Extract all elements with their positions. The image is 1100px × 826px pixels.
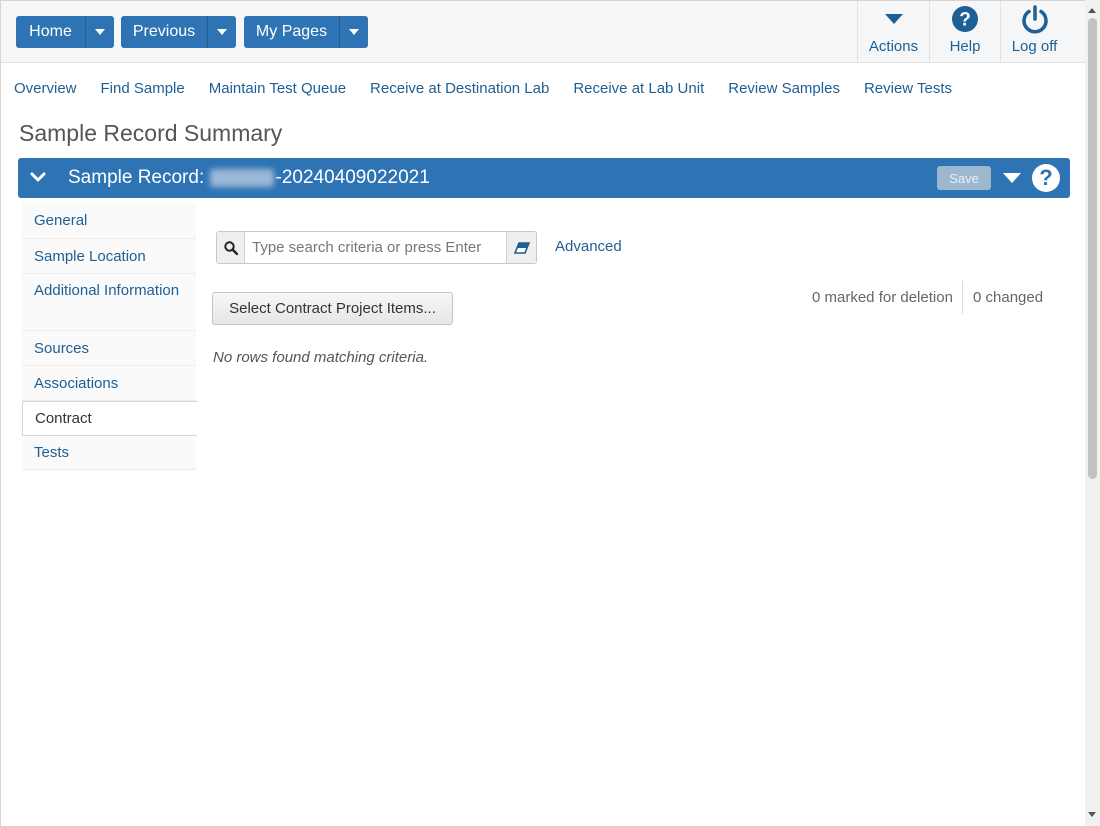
select-contract-project-items-button[interactable]: Select Contract Project Items... [212,292,453,325]
eraser-icon[interactable] [506,232,536,263]
search-input[interactable] [245,232,506,263]
scroll-down-arrow-icon[interactable] [1088,812,1096,817]
collapse-chevron-icon[interactable] [30,169,46,189]
nav-link-receive-lab-unit[interactable]: Receive at Lab Unit [573,80,704,100]
panel-title: Sample Record: -20240409022021 [68,167,430,189]
help-icon: ? [951,4,979,34]
nav-links: Overview Find Sample Maintain Test Queue… [14,80,976,100]
panel-record-suffix: -20240409022021 [275,167,430,188]
previous-button[interactable]: Previous [121,16,208,48]
search-icon[interactable] [217,232,245,263]
panel-help-icon[interactable]: ? [1032,164,1060,192]
sidebar-item-general[interactable]: General [22,203,196,239]
section-sidebar: General Sample Location Additional Infor… [22,203,197,470]
chevron-down-icon [95,29,105,35]
power-icon [1020,4,1050,34]
nav-link-review-samples[interactable]: Review Samples [728,80,840,100]
nav-link-receive-destination-lab[interactable]: Receive at Destination Lab [370,80,549,100]
counts-divider [962,281,963,314]
marked-for-deletion-count: 0 marked for deletion [812,289,953,306]
home-dropdown-button[interactable] [86,16,114,48]
sidebar-item-contract[interactable]: Contract [22,401,197,436]
sidebar-item-associations[interactable]: Associations [22,366,196,401]
help-button[interactable]: ? Help [929,1,1000,63]
nav-link-overview[interactable]: Overview [14,80,77,100]
help-label: Help [949,38,981,55]
mypages-split-button: My Pages [244,16,368,48]
actions-label: Actions [868,38,919,55]
panel-title-prefix: Sample Record: [68,167,205,188]
caret-down-icon [884,4,904,34]
nav-link-maintain-test-queue[interactable]: Maintain Test Queue [209,80,346,100]
changed-count: 0 changed [973,289,1044,306]
advanced-search-link[interactable]: Advanced [555,238,622,255]
redacted-record-id [209,168,274,187]
mypages-button[interactable]: My Pages [244,16,340,48]
panel-menu-caret-icon[interactable] [1003,173,1021,183]
previous-dropdown-button[interactable] [208,16,236,48]
actions-button[interactable]: Actions [857,1,929,63]
previous-split-button: Previous [121,16,236,48]
sidebar-item-additional-information[interactable]: Additional Information [22,274,196,331]
sidebar-item-sample-location[interactable]: Sample Location [22,239,196,274]
chevron-down-icon [349,29,359,35]
vertical-scrollbar[interactable] [1085,0,1100,826]
mypages-dropdown-button[interactable] [340,16,368,48]
search-bar [216,231,537,264]
sidebar-item-tests[interactable]: Tests [22,436,196,470]
home-button[interactable]: Home [16,16,86,48]
page-title: Sample Record Summary [19,120,283,146]
scrollbar-thumb[interactable] [1088,18,1097,479]
home-split-button: Home [16,16,114,48]
scroll-up-arrow-icon[interactable] [1088,8,1096,13]
logoff-label: Log off [1011,38,1058,55]
save-button[interactable]: Save [937,166,991,190]
top-toolbar: Home Previous My Pages Actions ? Help Lo… [1,1,1085,63]
nav-link-review-tests[interactable]: Review Tests [864,80,952,100]
empty-results-message: No rows found matching criteria. [213,349,429,366]
sidebar-item-sources[interactable]: Sources [22,331,196,366]
sample-record-panel-header: Sample Record: -20240409022021 Save ? [18,158,1070,198]
svg-text:?: ? [959,10,971,31]
nav-link-find-sample[interactable]: Find Sample [101,80,185,100]
logoff-button[interactable]: Log off [1000,1,1068,63]
chevron-down-icon [217,29,227,35]
